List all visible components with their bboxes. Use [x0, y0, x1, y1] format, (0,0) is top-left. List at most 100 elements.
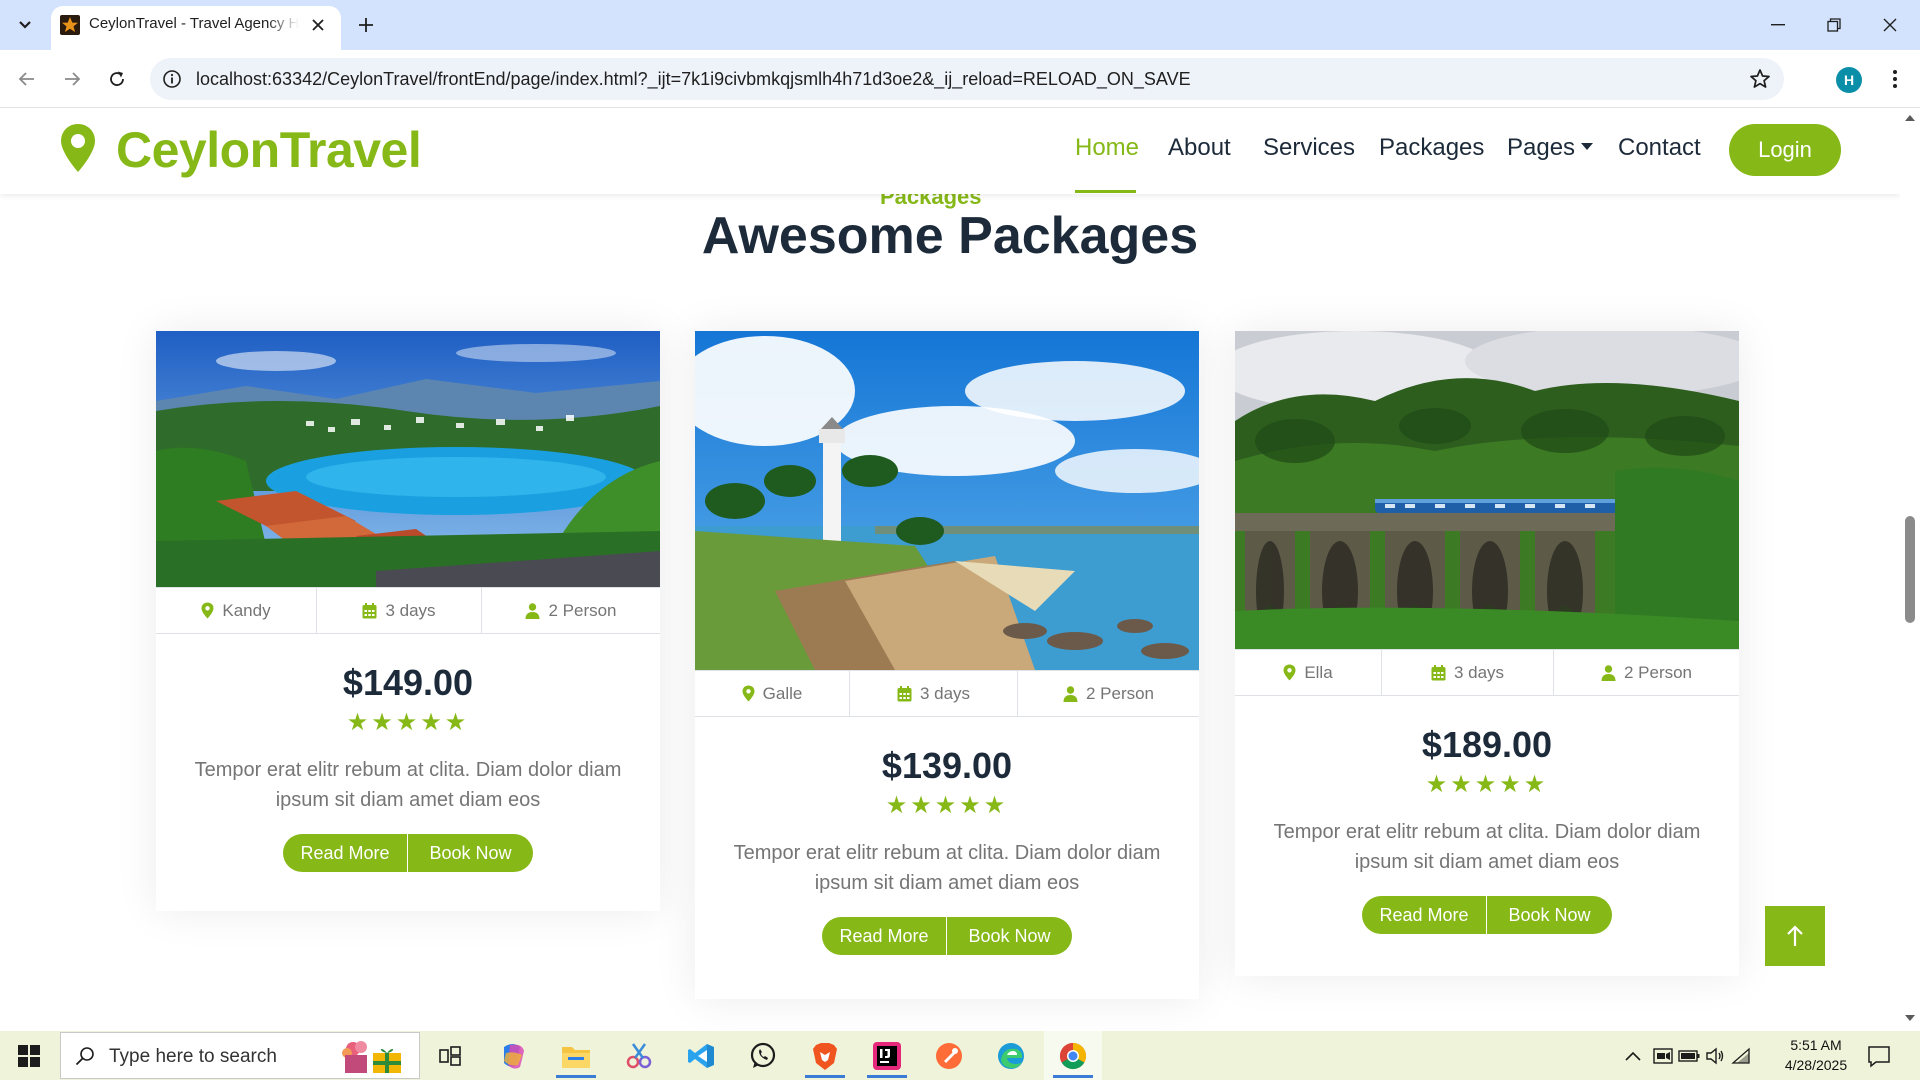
meta-persons: 2 Person	[1017, 671, 1199, 716]
close-window-button[interactable]	[1862, 0, 1918, 50]
minimize-button[interactable]	[1750, 0, 1806, 50]
nav-packages[interactable]: Packages	[1379, 134, 1484, 162]
volume-icon[interactable]	[1704, 1045, 1726, 1067]
address-bar[interactable]: localhost:63342/CeylonTravel/frontEnd/pa…	[150, 58, 1784, 100]
meta-location: Ella	[1235, 650, 1381, 695]
package-actions: Read More Book Now	[1362, 896, 1612, 934]
read-more-button[interactable]: Read More	[1362, 896, 1487, 934]
caret-down-icon	[1581, 143, 1594, 151]
package-price: $149.00	[342, 662, 474, 703]
package-meta-row: Ella 3 days 2 Person	[1235, 649, 1739, 696]
login-button[interactable]: Login	[1729, 124, 1841, 176]
minimize-icon	[1771, 24, 1785, 26]
brave-browser-app[interactable]	[796, 1031, 854, 1080]
nav-contact[interactable]: Contact	[1618, 134, 1701, 162]
brand-name[interactable]: CeylonTravel	[116, 121, 422, 179]
chevron-down-icon	[19, 21, 31, 29]
read-more-button[interactable]: Read More	[283, 834, 408, 872]
taskbar-clock[interactable]: 5:51 AM 4/28/2025	[1772, 1035, 1860, 1075]
user-icon	[525, 602, 540, 619]
book-now-button[interactable]: Book Now	[947, 917, 1072, 955]
postman-app[interactable]	[920, 1031, 978, 1080]
clock-date: 4/28/2025	[1784, 1057, 1848, 1073]
tab-close-icon[interactable]	[306, 13, 330, 37]
bookmark-star-icon[interactable]	[1748, 67, 1772, 91]
meta-location: Kandy	[156, 588, 316, 633]
reload-button[interactable]	[99, 61, 135, 97]
browser-menu-button[interactable]	[1880, 64, 1910, 94]
show-hidden-icons-chevron-icon[interactable]	[1622, 1045, 1644, 1067]
vscode-icon	[688, 1043, 714, 1068]
battery-icon[interactable]	[1678, 1045, 1700, 1067]
snipping-tool-app[interactable]	[610, 1031, 668, 1080]
package-image-kandy[interactable]	[156, 331, 660, 587]
profile-avatar[interactable]: H	[1836, 67, 1862, 93]
page-scrollbar[interactable]	[1900, 108, 1920, 1031]
package-card-kandy: Kandy 3 days 2 Person $149.00 ★★★★★ Temp…	[156, 331, 660, 911]
taskbar-search-box[interactable]: Type here to search	[60, 1032, 420, 1079]
arrow-right-icon	[65, 72, 81, 86]
whatsapp-icon	[750, 1042, 776, 1068]
meta-duration: 3 days	[316, 588, 481, 633]
whatsapp-app[interactable]	[734, 1031, 792, 1080]
package-meta-row: Galle 3 days 2 Person	[695, 670, 1199, 717]
site-info-icon[interactable]	[162, 69, 182, 89]
task-view-button[interactable]	[421, 1031, 479, 1080]
package-image-galle[interactable]	[695, 331, 1199, 670]
star-rating: ★★★★★	[346, 709, 470, 736]
meta-persons: 2 Person	[481, 588, 660, 633]
tab-list-button[interactable]	[10, 11, 40, 39]
scroll-down-arrow-icon[interactable]	[1905, 1014, 1915, 1022]
book-now-button[interactable]: Book Now	[1487, 896, 1612, 934]
copilot-app[interactable]	[484, 1031, 542, 1080]
section-title: Awesome Packages	[701, 207, 1199, 265]
user-icon	[1601, 664, 1616, 681]
nav-about[interactable]: About	[1168, 134, 1231, 162]
package-price: $139.00	[881, 745, 1013, 786]
nav-active-underline	[1075, 190, 1136, 193]
copilot-icon	[504, 1043, 524, 1069]
site-navbar: CeylonTravel Home About Services Package…	[0, 108, 1900, 194]
file-explorer-app[interactable]	[547, 1031, 605, 1080]
scrollbar-thumb[interactable]	[1905, 516, 1915, 623]
browser-toolbar: localhost:63342/CeylonTravel/frontEnd/pa…	[0, 50, 1920, 108]
edge-icon	[998, 1042, 1024, 1069]
map-marker-icon	[201, 602, 214, 619]
url-text[interactable]: localhost:63342/CeylonTravel/frontEnd/pa…	[196, 69, 1191, 90]
book-now-button[interactable]: Book Now	[408, 834, 533, 872]
back-button[interactable]	[9, 61, 45, 97]
back-to-top-button[interactable]	[1765, 906, 1825, 966]
edge-browser-app[interactable]	[982, 1031, 1040, 1080]
nav-services[interactable]: Services	[1263, 134, 1355, 162]
close-icon	[1883, 18, 1897, 32]
duration-text: 3 days	[919, 683, 971, 703]
package-description: Tempor erat elitr rebum at clita. Diam d…	[1273, 821, 1701, 873]
package-description: Tempor erat elitr rebum at clita. Diam d…	[194, 759, 622, 811]
arrow-up-icon	[1787, 925, 1803, 946]
meet-now-icon[interactable]	[1652, 1045, 1674, 1067]
map-marker-icon	[1283, 664, 1296, 681]
restore-button[interactable]	[1806, 0, 1862, 50]
package-image-ella[interactable]	[1235, 331, 1739, 649]
nav-pages-dropdown[interactable]: Pages	[1507, 134, 1594, 162]
vscode-app[interactable]	[672, 1031, 730, 1080]
package-actions: Read More Book Now	[822, 917, 1072, 955]
map-marker-icon	[742, 685, 755, 702]
chrome-browser-app[interactable]	[1044, 1031, 1102, 1080]
new-tab-button[interactable]	[352, 11, 380, 39]
scroll-up-arrow-icon[interactable]	[1905, 114, 1915, 122]
calendar-icon	[897, 685, 912, 701]
notification-center-icon[interactable]	[1866, 1043, 1892, 1069]
meta-duration: 3 days	[849, 671, 1017, 716]
meta-duration: 3 days	[1381, 650, 1553, 695]
network-icon[interactable]	[1730, 1045, 1752, 1067]
intellij-app[interactable]	[858, 1031, 916, 1080]
nav-home[interactable]: Home	[1075, 134, 1139, 162]
search-placeholder: Type here to search	[109, 1046, 277, 1067]
read-more-button[interactable]: Read More	[822, 917, 947, 955]
calendar-icon	[362, 602, 377, 618]
forward-button[interactable]	[54, 61, 90, 97]
windows-logo-icon	[18, 1044, 40, 1067]
folder-icon	[562, 1046, 590, 1068]
start-button[interactable]	[0, 1031, 58, 1080]
